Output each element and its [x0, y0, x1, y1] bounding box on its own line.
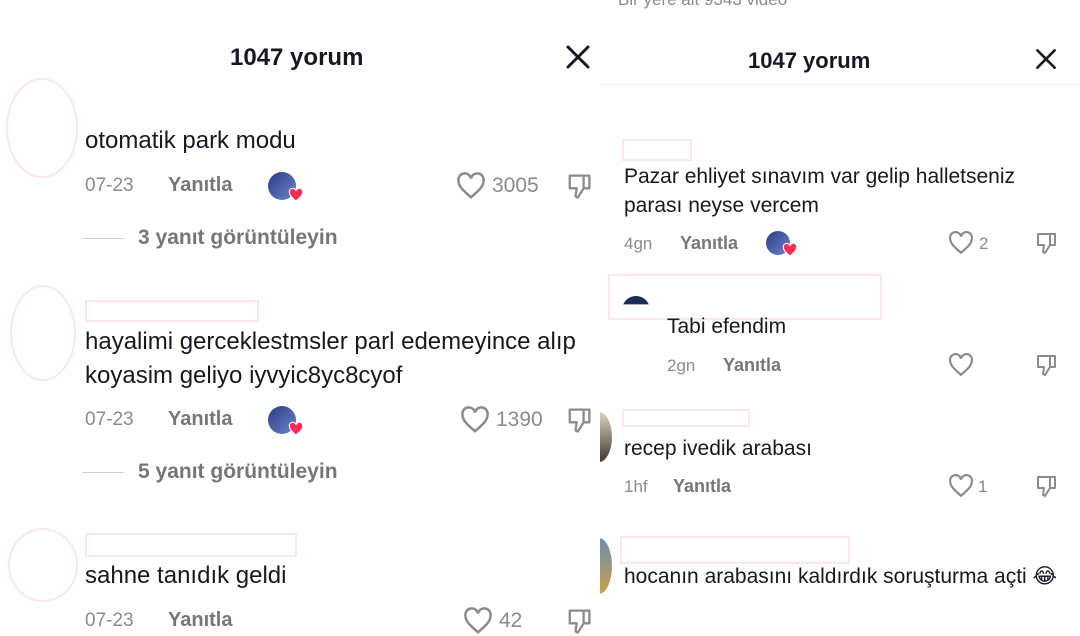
username[interactable] [622, 139, 692, 161]
like-icon[interactable] [463, 607, 493, 635]
heart-icon [288, 421, 304, 436]
video-count-label: Bir yere ait 9343 video [618, 0, 787, 10]
comment-text: hayalimi gerceklestmsler parl edemeyince… [85, 328, 576, 389]
like-count: 2 [979, 234, 989, 253]
comment-date: 2gn [667, 356, 696, 375]
like-icon[interactable] [948, 231, 974, 255]
username[interactable] [85, 300, 259, 322]
avatar[interactable] [10, 285, 76, 381]
reply-button[interactable]: Yanıtla [168, 609, 232, 632]
like-icon[interactable] [460, 406, 490, 434]
reply-button[interactable]: Yanıtla [680, 233, 738, 254]
username[interactable] [85, 533, 297, 557]
comment-date: 07-23 [85, 409, 134, 430]
comments-title: 1047 yorum [230, 44, 364, 71]
header-divider [600, 84, 1080, 85]
dislike-icon[interactable] [1034, 473, 1058, 499]
comment-text: sahne tanıdık geldi [85, 562, 287, 589]
comment-date: 07-23 [85, 175, 134, 196]
avatar[interactable] [6, 78, 78, 178]
username[interactable] [620, 536, 850, 564]
comment-text: Tabi efendim [667, 315, 787, 338]
close-icon[interactable] [1033, 46, 1059, 72]
comment-text: recep ivedik arabası [624, 437, 812, 460]
comment-text: hocanın arabasını kaldırdık soruşturma a… [624, 565, 1058, 588]
avatar[interactable] [8, 528, 78, 602]
like-count: 3005 [492, 174, 539, 197]
reply-button[interactable]: Yanıtla [723, 355, 781, 376]
creator-liked-avatar [766, 231, 798, 257]
comment-date: 4gn [624, 234, 653, 253]
like-icon[interactable] [948, 474, 974, 498]
username[interactable] [622, 409, 750, 427]
avatar[interactable] [600, 538, 612, 594]
divider [82, 472, 124, 473]
comment-date: 1hf [624, 477, 648, 496]
reply-button[interactable]: Yanıtla [168, 408, 232, 431]
left-comments-panel: 1047 yorum otomatik park modu 07-23 Yanı… [0, 0, 600, 636]
like-count: 1390 [496, 408, 543, 431]
close-icon[interactable] [563, 42, 593, 72]
like-count: 1 [978, 477, 988, 496]
comment-date: 07-23 [85, 610, 134, 631]
right-comments-panel: Bir yere ait 9343 video 1047 yorum Pazar… [600, 0, 1080, 636]
creator-liked-avatar [268, 172, 304, 202]
like-icon[interactable] [948, 353, 974, 377]
dislike-icon[interactable] [1034, 230, 1058, 256]
dislike-icon[interactable] [1034, 352, 1058, 378]
view-replies-button[interactable]: 3 yanıt görüntüleyin [138, 226, 338, 250]
dislike-icon[interactable] [565, 171, 593, 201]
dislike-icon[interactable] [565, 606, 593, 636]
heart-icon [782, 242, 798, 257]
reply-button[interactable]: Yanıtla [168, 174, 232, 197]
heart-icon [288, 187, 304, 202]
like-icon[interactable] [456, 172, 486, 200]
divider [82, 238, 124, 239]
dislike-icon[interactable] [565, 405, 593, 435]
view-replies-button[interactable]: 5 yanıt görüntüleyin [138, 460, 338, 484]
comment-text: Pazar ehliyet sınavım var gelip halletse… [624, 165, 1016, 217]
comment-text: otomatik park modu [85, 127, 296, 154]
avatar[interactable] [600, 412, 612, 462]
like-count: 42 [499, 609, 523, 632]
reply-button[interactable]: Yanıtla [673, 476, 731, 497]
creator-liked-avatar [268, 406, 304, 436]
comments-title: 1047 yorum [748, 48, 871, 73]
